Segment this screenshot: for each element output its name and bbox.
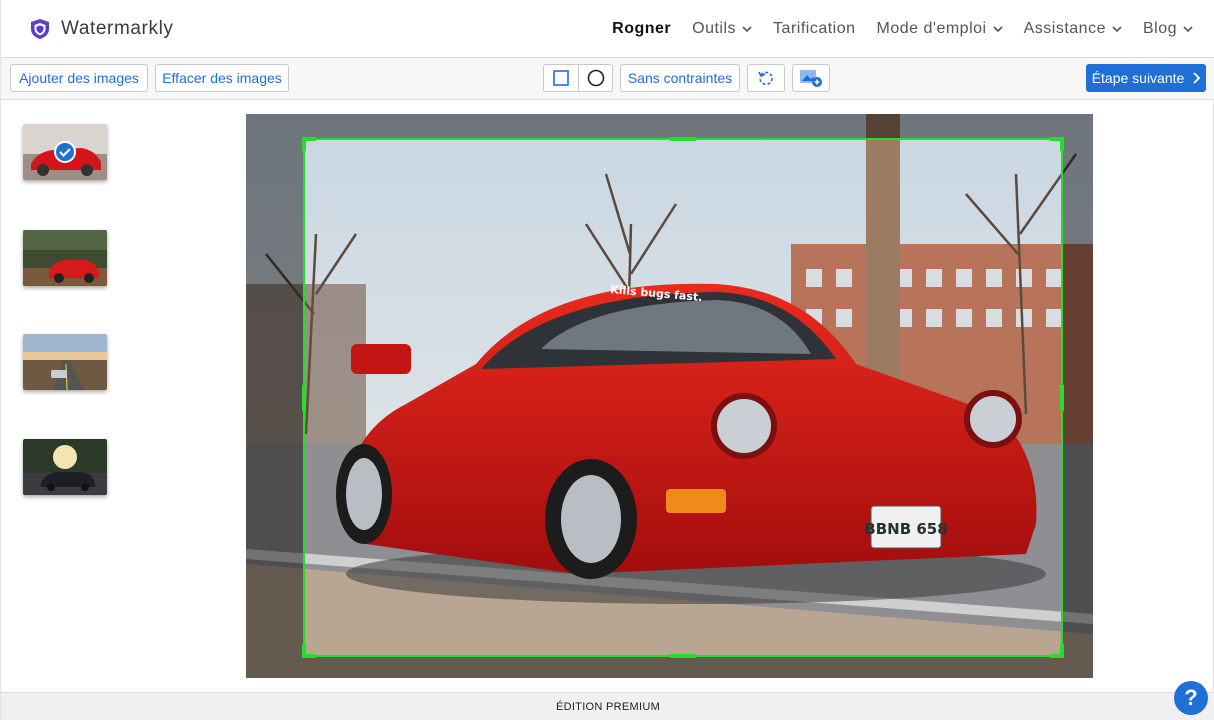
add-images-button[interactable]: Ajouter des images [10,64,148,92]
thumbnail-image [23,439,107,495]
footer-edition: ÉDITION PREMIUM [1,692,1214,720]
crop-shape-group [543,64,613,92]
brand[interactable]: Watermarkly [29,18,174,40]
crop-mask-left [246,138,303,657]
thumbnail-image [23,230,107,286]
crop-mask-top [246,114,1093,138]
crop-handle-tl-v[interactable] [302,137,306,151]
nav-outils[interactable]: Outils [692,20,752,38]
next-step-label: Étape suivante [1091,70,1185,86]
nav-tarification[interactable]: Tarification [773,20,855,38]
nav-mode-emploi[interactable]: Mode d'emploi [877,20,1003,38]
nav-assistance[interactable]: Assistance [1024,20,1122,38]
crop-frame[interactable] [302,137,1064,658]
thumbnail-3[interactable] [23,334,107,390]
thumbnail-2[interactable] [23,230,107,286]
crop-handle-bl-v[interactable] [302,644,306,658]
selected-check-icon [54,141,76,163]
crop-mask-right [1063,138,1093,657]
chevron-right-icon [1193,72,1201,84]
crop-handle-left[interactable] [302,385,306,411]
crop-handle-right[interactable] [1060,385,1064,411]
add-image-button[interactable] [792,64,830,92]
edition-label: ÉDITION PREMIUM [555,700,661,713]
nav-rogner-label: Rogner [612,20,672,37]
rectangle-shape-button[interactable] [543,64,578,92]
help-icon: ? [1184,685,1198,710]
nav-blog[interactable]: Blog [1143,20,1193,38]
square-icon [553,70,569,86]
crop-handle-bottom[interactable] [670,654,696,658]
next-step-button[interactable]: Étape suivante [1086,64,1206,92]
rotate-button[interactable] [747,64,785,92]
chevron-down-icon [1112,26,1122,33]
nav-blog-label: Blog [1142,20,1177,37]
brand-name: Watermarkly [61,17,174,39]
shield-logo-icon [31,18,49,39]
nav-assistance-label: Assistance [1023,20,1106,37]
help-button[interactable]: ? [1174,681,1208,715]
crop-handle-tr-v[interactable] [1060,137,1064,151]
editor-toolbar: Ajouter des images Effacer des images Sa… [1,58,1214,100]
thumbnail-1[interactable] [23,124,107,180]
rotate-icon [758,71,773,86]
nav-outils-label: Outils [692,20,737,37]
circle-icon [587,69,604,87]
app-window: Watermarkly Rogner Outils Tarification M… [0,0,1214,720]
crop-handle-top[interactable] [670,137,696,141]
chevron-down-icon [742,26,752,33]
crop-mask-bottom [246,657,1093,678]
add-image-icon [800,70,822,87]
thumbnail-4[interactable] [23,439,107,495]
thumbnail-image [23,334,107,390]
nav-rogner[interactable]: Rogner [612,20,671,38]
circle-shape-button[interactable] [578,64,613,92]
nav-tarification-label: Tarification [773,20,856,37]
nav-mode-emploi-label: Mode d'emploi [876,20,987,37]
chevron-down-icon [1183,26,1193,33]
top-navbar: Watermarkly Rogner Outils Tarification M… [1,0,1214,58]
chevron-down-icon [993,26,1003,33]
main-nav: Rogner Outils Tarification Mode d'emploi… [591,0,1193,58]
clear-images-button[interactable]: Effacer des images [155,64,289,92]
aspect-ratio-button[interactable]: Sans contraintes [620,64,740,92]
crop-handle-br-v[interactable] [1060,644,1064,658]
